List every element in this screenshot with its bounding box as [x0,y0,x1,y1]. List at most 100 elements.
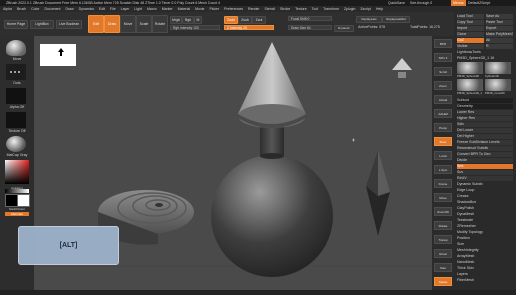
menu-marker[interactable]: Marker [162,7,173,11]
panel-size[interactable]: Size [457,242,513,247]
switch-color-label[interactable]: SwitchColor [4,207,30,211]
shelf-zoom3d-button[interactable]: Zoom3D [434,207,452,216]
panel-edge-loop[interactable]: Edge Loop [457,188,513,193]
lightbox-tools-button[interactable]: Lightbox▸Tools [457,50,513,55]
shelf-frame-button[interactable]: Frame [434,179,452,188]
menu-zscript[interactable]: Zscript [360,7,371,11]
texture-thumbnail[interactable] [6,112,26,128]
zsub-button[interactable]: Zsub [238,16,252,24]
tool-all-button[interactable]: All [486,38,513,43]
shelf-zoom-button[interactable]: Zoom [434,81,452,90]
menu-picker[interactable]: Picker [209,7,219,11]
shelf-scroll-button[interactable]: Scroll [434,67,452,76]
shelf-actual-button[interactable]: Actual [434,95,452,104]
alpha-thumbnail[interactable] [6,88,26,104]
panel-nanomesh[interactable]: NanoMesh [457,260,513,265]
menu-preferences[interactable]: Preferences [224,7,243,11]
panel-layers[interactable]: Layers [457,272,513,277]
menu-light[interactable]: Light [134,7,142,11]
color-picker[interactable] [5,160,29,184]
menu-alpha[interactable]: Alpha [3,7,12,11]
geometry-divide[interactable]: Divide [457,158,513,163]
panel-thick-skin[interactable]: Thick Skin [457,266,513,271]
panel-crease[interactable]: Crease [457,194,513,199]
menu-dynamics[interactable]: Dynamics [79,7,94,11]
shelf-xpose-button[interactable]: Xpose [434,277,452,286]
geometry-suv[interactable]: Suv [457,170,513,175]
shelf-bpr-button[interactable]: BPR [434,39,452,48]
shelf-ghost-button[interactable]: Ghost [434,249,452,258]
tool-r-button[interactable]: R [486,44,513,49]
rgb-button[interactable]: Rgb [182,16,194,24]
shelf-solo-button[interactable]: Solo [434,263,452,272]
section-geometry[interactable]: Geometry [457,104,513,109]
menu-draw[interactable]: Draw [65,7,73,11]
shelf-rotate-button[interactable]: Rotate [434,221,452,230]
tool-goz-button[interactable]: GoZ [457,38,484,43]
tool-thumbnail[interactable] [457,62,483,74]
geometry-lower-res[interactable]: Lower Res [457,110,513,115]
panel-dynamesh[interactable]: DynaMesh [457,212,513,217]
shelf-l-sym-button[interactable]: L.Sym [434,165,452,174]
menu-stroke[interactable]: Stroke [280,7,290,11]
menu-document[interactable]: Document [44,7,60,11]
shelf-spix-3-button[interactable]: SPix 3 [434,53,452,62]
draw-size-slider[interactable]: Draw Size 64 [288,25,332,30]
geometry-smt[interactable]: Smt [457,164,513,169]
scale-button[interactable]: Scale [136,15,152,33]
geometry-del-lower[interactable]: Del Lower [457,128,513,133]
dynamic-button[interactable]: Dynamic [334,25,354,32]
live-boolean-button[interactable]: Live Boolean [56,20,82,29]
panel-fibermesh[interactable]: FiberMesh [457,278,513,283]
tool-thumbnails[interactable]: PM3D_Sphere3D Cylinder3D PM3D_Sphere3D_1 PM… [457,62,513,96]
menu-material[interactable]: Material [178,7,190,11]
geometry-del-higher[interactable]: Del Higher [457,134,513,139]
geometry-higher-res[interactable]: Higher Res [457,116,513,121]
shelf-floor-button[interactable]: Floor [434,137,452,146]
geometry-reuv[interactable]: ReUV [457,176,513,181]
rotate-button[interactable]: Rotate [152,15,168,33]
tool-make-polymesh3d-button[interactable]: Make PolyMesh3D [486,32,513,37]
home-page-button[interactable]: Home Page [4,20,28,29]
tool-copy-tool-button[interactable]: Copy Tool [457,20,484,25]
shelf-local-button[interactable]: Local [434,151,452,160]
lightbox-button[interactable]: LightBox [30,20,54,29]
panel-dynamic-subdiv[interactable]: Dynamic Subdiv [457,182,513,187]
panel-meshintegrity[interactable]: MeshIntegrity [457,248,513,253]
mrgb-button[interactable]: Mrgb [170,16,182,24]
tool-thumbnail[interactable] [485,79,511,91]
menu-zplugin[interactable]: Zplugin [344,7,355,11]
tool-paste-tool-button[interactable]: Paste Tool [486,20,513,25]
geometry-sdiv[interactable]: Sdiv [457,122,513,127]
menu-render[interactable]: Render [248,7,259,11]
focal-shift-slider[interactable]: Focal Shift 0 [288,16,332,21]
material-thumbnail[interactable] [6,136,26,152]
zcut-button[interactable]: Zcut [252,16,266,24]
panel-tessimate[interactable]: Tessimate [457,218,513,223]
panel-position[interactable]: Position [457,236,513,241]
tool-load-tool-button[interactable]: Load Tool [457,14,484,19]
z-intensity-slider[interactable]: Z Intensity 25 [224,25,274,30]
shelf-move-button[interactable]: Move [434,193,452,202]
tool-thumbnail[interactable] [457,79,483,91]
panel-shadowbox[interactable]: ShadowBox [457,200,513,205]
menu-tool[interactable]: Tool [312,7,318,11]
replay-last-rel-button[interactable]: ReplayLastRel [382,16,410,23]
menu-layer[interactable]: Layer [121,7,130,11]
section-subtool[interactable]: Subtool [457,98,513,103]
menu-stencil[interactable]: Stencil [265,7,276,11]
brush-thumbnail[interactable] [6,40,26,56]
rgb-intensity-slider[interactable]: Rgb Intensity 100 [170,25,220,30]
menu-edit[interactable]: Edit [99,7,105,11]
replay-last-button[interactable]: ReplayLast [356,16,382,23]
tool-export-button[interactable]: Export [486,26,513,31]
tool-clone-button[interactable]: Clone [457,32,484,37]
panel-claypolish[interactable]: ClayPolish [457,206,513,211]
geometry-convert-bpr-to-geo[interactable]: Convert BPR To Geo [457,152,513,157]
geometry-reconstruct-subdiv[interactable]: Reconstruct Subdiv [457,146,513,151]
secondary-color-swatch[interactable] [17,194,30,207]
tool-save-as-button[interactable]: Save As [486,14,513,19]
move-button[interactable]: Move [120,15,136,33]
menu-macro[interactable]: Macro [147,7,157,11]
tool-visible-button[interactable]: Visible [457,44,484,49]
